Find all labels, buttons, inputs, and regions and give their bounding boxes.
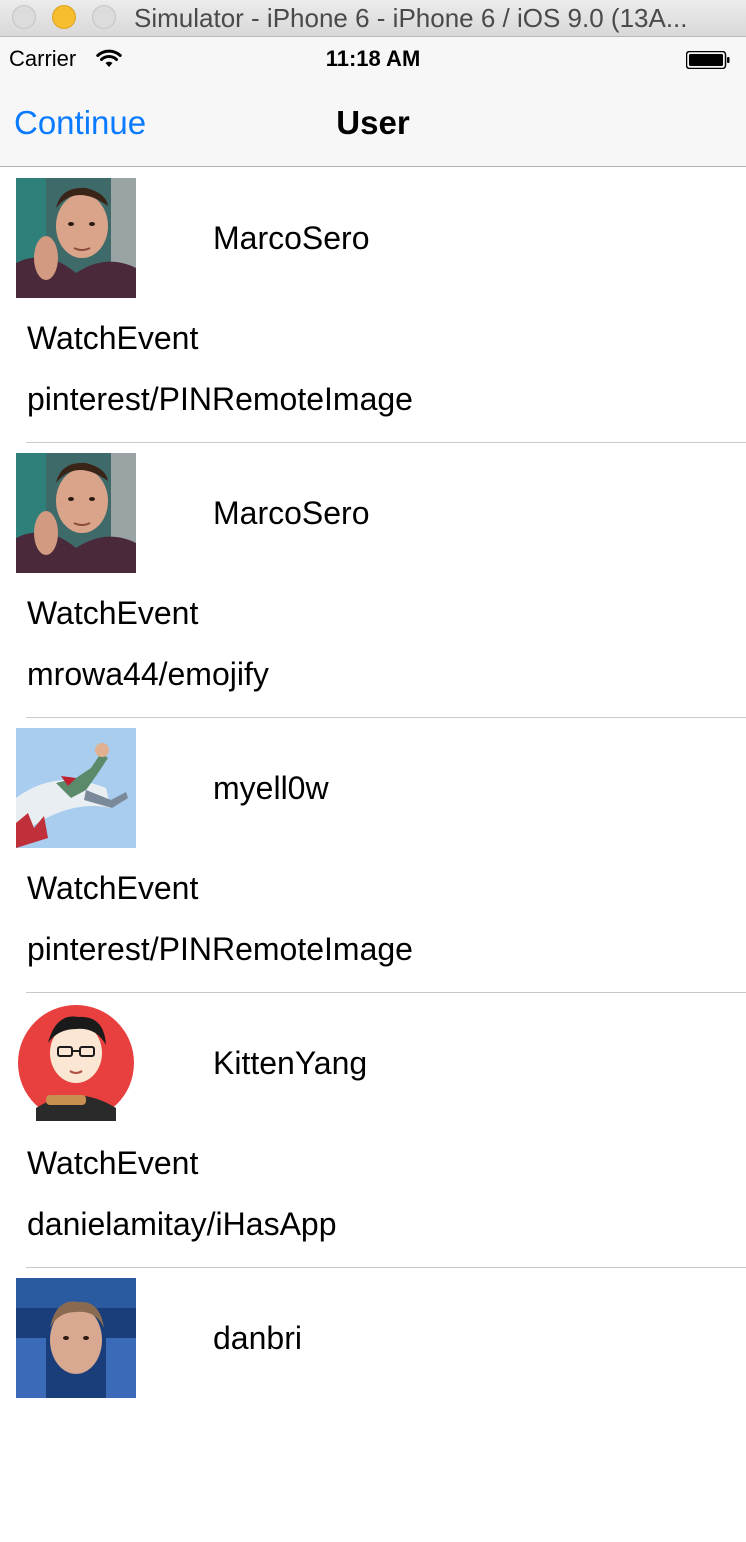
window-zoom-button[interactable] [92,5,116,29]
event-type: WatchEvent [27,595,199,631]
simulator-titlebar: Simulator - iPhone 6 - iPhone 6 / iOS 9.… [0,0,746,37]
avatar-photo-icon [16,1278,136,1398]
status-bar: Carrier 11:18 AM [0,37,746,81]
feed-list[interactable]: MarcoSero WatchEvent pinterest/PINRemote… [0,167,746,1542]
avatar [16,178,136,298]
event-type: WatchEvent [27,870,199,906]
username: danbri [213,1320,302,1356]
avatar-photo-icon [16,453,136,573]
window-close-button[interactable] [12,5,36,29]
repo-name[interactable]: danielamitay/iHasApp [27,1205,337,1243]
avatar [16,1278,136,1398]
repo-name[interactable]: pinterest/PINRemoteImage [27,380,413,418]
avatar-photo-icon [16,728,136,848]
repo-name[interactable]: mrowa44/emojify [27,655,269,693]
avatar [16,1003,136,1123]
avatar [16,453,136,573]
username: MarcoSero [213,220,370,256]
event-type: WatchEvent [27,320,199,356]
event-type: WatchEvent [27,1145,199,1181]
username: MarcoSero [213,495,370,531]
battery-icon [686,51,730,69]
feed-row[interactable]: KittenYang WatchEvent danielamitay/iHasA… [0,992,746,1268]
status-time: 11:18 AM [325,46,421,71]
navigation-bar: Continue User [0,81,746,167]
repo-name[interactable]: pinterest/PINRemoteImage [27,930,413,968]
feed-row[interactable]: MarcoSero WatchEvent mrowa44/emojify [0,442,746,718]
feed-row[interactable]: danbri [0,1267,746,1542]
username: myell0w [213,770,329,806]
avatar [16,728,136,848]
feed-row[interactable]: myell0w WatchEvent pinterest/PINRemoteIm… [0,717,746,993]
nav-title: User [336,104,410,141]
window-minimize-button[interactable] [52,5,76,29]
window-title: Simulator - iPhone 6 - iPhone 6 / iOS 9.… [134,3,688,33]
username: KittenYang [213,1045,368,1081]
avatar-illustration-icon [16,1003,136,1123]
avatar-photo-icon [16,178,136,298]
feed-row[interactable]: MarcoSero WatchEvent pinterest/PINRemote… [0,167,746,443]
